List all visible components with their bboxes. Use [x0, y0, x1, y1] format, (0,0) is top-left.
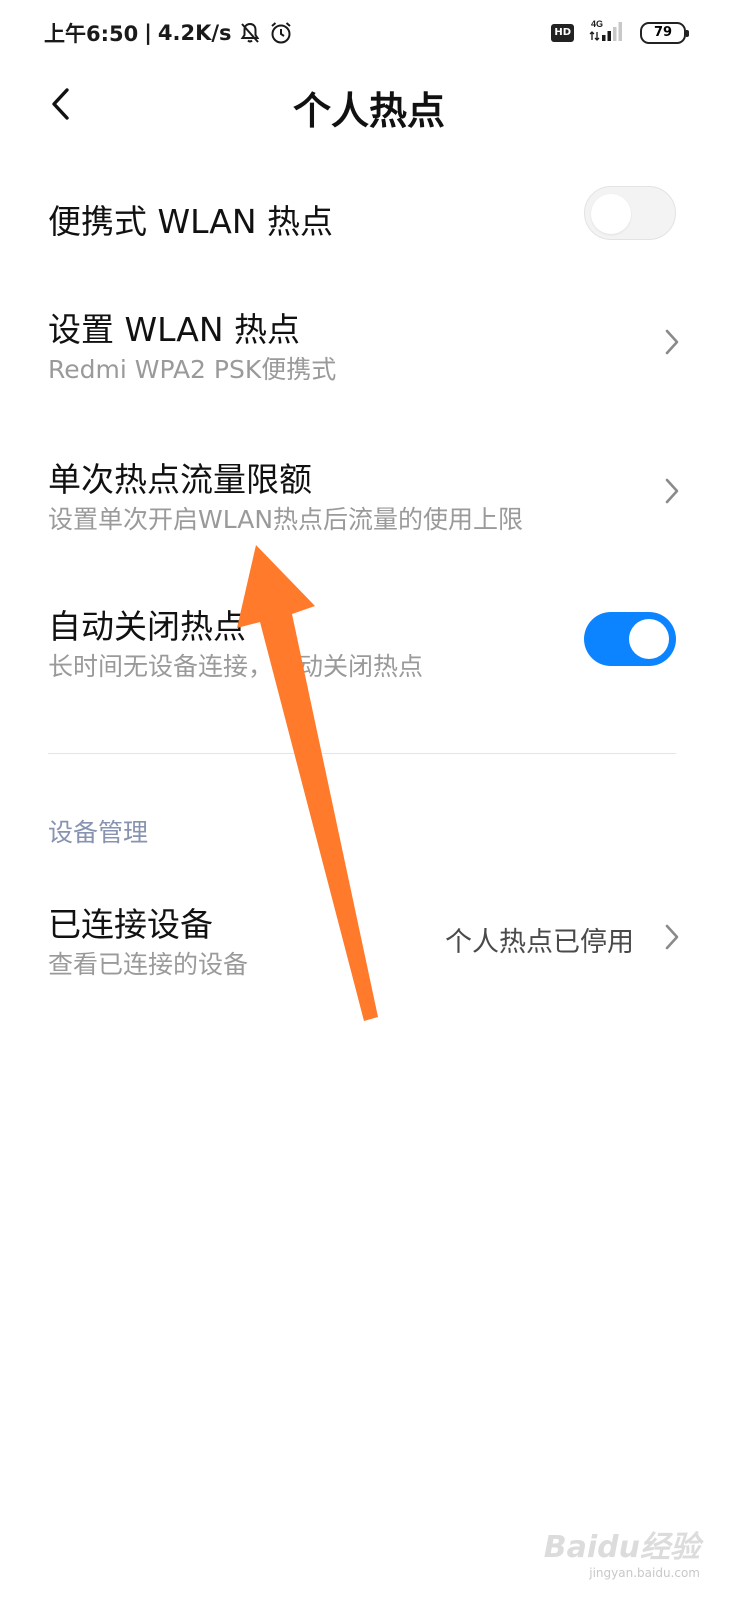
hd-badge: HD	[551, 24, 574, 42]
auto-close-title: 自动关闭热点	[48, 607, 246, 646]
watermark-sub: jingyan.baidu.com	[589, 1566, 700, 1580]
device-management-header: 设备管理	[48, 818, 149, 847]
toggle-knob	[629, 619, 669, 659]
status-right: HD 4G 79	[551, 18, 689, 48]
status-net-speed: 4.2K/s	[157, 21, 232, 45]
chevron-right-icon	[665, 924, 679, 950]
battery-indicator: 79	[640, 22, 689, 44]
connected-devices-row[interactable]: 已连接设备 查看已连接的设备 个人热点已停用	[0, 880, 738, 1000]
setup-hotspot-subtitle: Redmi WPA2 PSK便携式	[48, 355, 337, 384]
portable-hotspot-row[interactable]: 便携式 WLAN 热点	[0, 160, 738, 270]
auto-close-toggle[interactable]	[584, 612, 676, 666]
status-bar: 上午6:50 | 4.2K/s HD 4G 79	[0, 0, 738, 66]
auto-close-subtitle: 长时间无设备连接，自动关闭热点	[48, 652, 424, 681]
connected-devices-subtitle: 查看已连接的设备	[48, 950, 249, 979]
portable-hotspot-title: 便携式 WLAN 热点	[48, 202, 334, 241]
watermark-main: Baidu经验	[543, 1530, 700, 1565]
network-type-label: 4G	[591, 19, 603, 29]
alarm-icon	[268, 20, 294, 46]
chevron-right-icon	[665, 478, 679, 504]
setup-hotspot-title: 设置 WLAN 热点	[48, 310, 301, 349]
baidu-watermark: Baidu经验 jingyan.baidu.com	[544, 1522, 700, 1580]
mute-notification-icon	[238, 21, 262, 45]
section-divider	[48, 753, 676, 754]
toggle-knob	[591, 194, 631, 234]
hotspot-status-value: 个人热点已停用	[445, 927, 634, 958]
data-limit-row[interactable]: 单次热点流量限额 设置单次开启WLAN热点后流量的使用上限	[0, 435, 738, 555]
auto-close-row[interactable]: 自动关闭热点 长时间无设备连接，自动关闭热点	[0, 580, 738, 710]
signal-icon: 4G	[588, 18, 626, 48]
data-limit-title: 单次热点流量限额	[48, 460, 312, 499]
portable-hotspot-toggle[interactable]	[584, 186, 676, 240]
connected-devices-title: 已连接设备	[48, 905, 213, 944]
status-separator: |	[144, 21, 152, 45]
setup-hotspot-row[interactable]: 设置 WLAN 热点 Redmi WPA2 PSK便携式	[0, 285, 738, 405]
status-left: 上午6:50 | 4.2K/s	[44, 18, 294, 48]
page-title: 个人热点	[292, 89, 445, 133]
status-time: 上午6:50	[44, 22, 139, 46]
chevron-right-icon	[665, 329, 679, 355]
data-limit-subtitle: 设置单次开启WLAN热点后流量的使用上限	[48, 505, 524, 534]
header: 个人热点	[0, 66, 738, 146]
